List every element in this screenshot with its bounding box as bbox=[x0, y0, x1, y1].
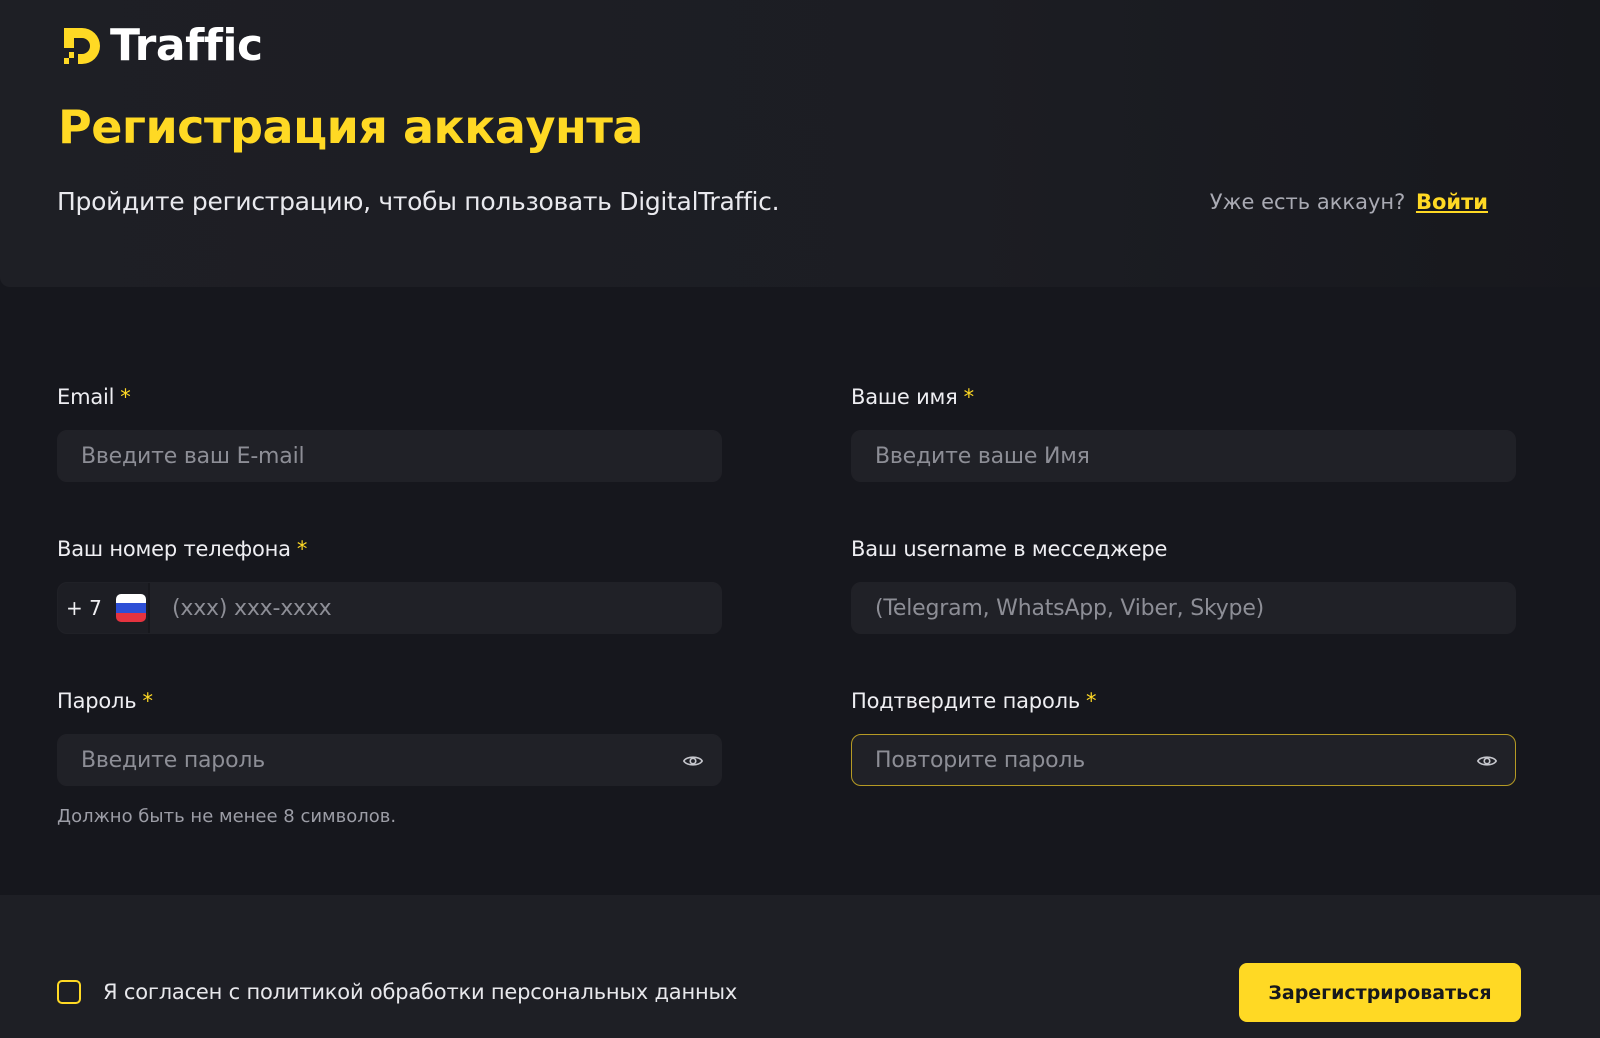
name-label: Ваше имя * bbox=[851, 385, 975, 409]
required-mark: * bbox=[142, 689, 153, 713]
name-input[interactable]: Введите ваше Имя bbox=[851, 430, 1516, 482]
password-field-group: Пароль * Введите пароль Должно быть не ме… bbox=[57, 687, 722, 827]
email-field-group: Email * Введите ваш E-mail bbox=[57, 383, 722, 482]
confirm-password-label: Подтвердите пароль * bbox=[851, 689, 1097, 713]
consent-checkbox[interactable] bbox=[57, 980, 81, 1004]
name-placeholder: Введите ваше Имя bbox=[875, 443, 1090, 469]
messenger-label: Ваш username в месседжере bbox=[851, 537, 1168, 561]
required-mark: * bbox=[963, 385, 975, 409]
required-mark: * bbox=[120, 385, 131, 409]
brand-logo-icon bbox=[64, 28, 100, 64]
phone-field-group: Ваш номер телефона * + 7 (xxx) xxx-xxxx bbox=[57, 535, 722, 634]
messenger-field-group: Ваш username в месседжере (Telegram, Wha… bbox=[851, 535, 1516, 634]
password-input[interactable]: Введите пароль bbox=[57, 734, 722, 786]
eye-icon[interactable] bbox=[1476, 750, 1498, 772]
registration-page: Traffic Регистрация аккаунта Пройдите ре… bbox=[0, 0, 1600, 1038]
email-placeholder: Введите ваш E-mail bbox=[81, 443, 305, 469]
page-title: Регистрация аккаунта bbox=[58, 100, 643, 154]
confirm-password-field-group: Подтвердите пароль * Повторите пароль bbox=[851, 687, 1516, 786]
required-mark: * bbox=[1086, 689, 1097, 713]
consent-checkbox-row[interactable]: Я согласен с политикой обработки персона… bbox=[57, 980, 737, 1004]
password-placeholder: Введите пароль bbox=[81, 747, 265, 773]
registration-form: Email * Введите ваш E-mail Ваше имя * Введ… bbox=[0, 287, 1600, 895]
login-prompt-text: Уже есть аккаун? bbox=[1209, 190, 1406, 214]
header: Traffic Регистрация аккаунта Пройдите ре… bbox=[0, 0, 1600, 287]
email-label: Email * bbox=[57, 385, 131, 409]
logo[interactable]: Traffic bbox=[56, 22, 263, 70]
messenger-placeholder: (Telegram, WhatsApp, Viber, Skype) bbox=[875, 595, 1265, 621]
page-subtitle: Пройдите регистрацию, чтобы пользовать D… bbox=[57, 187, 780, 216]
ru-flag-icon bbox=[115, 594, 146, 622]
country-code-selector[interactable]: + 7 bbox=[58, 583, 150, 633]
password-hint: Должно быть не менее 8 символов. bbox=[57, 806, 397, 827]
eye-icon[interactable] bbox=[682, 750, 704, 772]
login-link[interactable]: Войти bbox=[1416, 190, 1488, 214]
register-button[interactable]: Зарегистрироваться bbox=[1239, 963, 1521, 1022]
country-code: + 7 bbox=[66, 596, 102, 620]
name-field-group: Ваше имя * Введите ваше Имя bbox=[851, 383, 1516, 482]
email-input[interactable]: Введите ваш E-mail bbox=[57, 430, 722, 482]
confirm-password-placeholder: Повторите пароль bbox=[875, 747, 1085, 773]
required-mark: * bbox=[296, 537, 308, 561]
phone-input[interactable]: (xxx) xxx-xxxx bbox=[150, 596, 332, 621]
messenger-input[interactable]: (Telegram, WhatsApp, Viber, Skype) bbox=[851, 582, 1516, 634]
phone-input-wrapper: + 7 (xxx) xxx-xxxx bbox=[57, 582, 722, 634]
brand-name: Traffic bbox=[110, 20, 263, 71]
login-prompt-row: Уже есть аккаун? Войти bbox=[1210, 190, 1488, 214]
password-label: Пароль * bbox=[57, 689, 153, 713]
phone-label: Ваш номер телефона * bbox=[57, 537, 308, 561]
form-footer: Я согласен с политикой обработки персона… bbox=[0, 895, 1600, 1038]
consent-label: Я согласен с политикой обработки персона… bbox=[103, 980, 738, 1004]
confirm-password-input[interactable]: Повторите пароль bbox=[851, 734, 1516, 786]
